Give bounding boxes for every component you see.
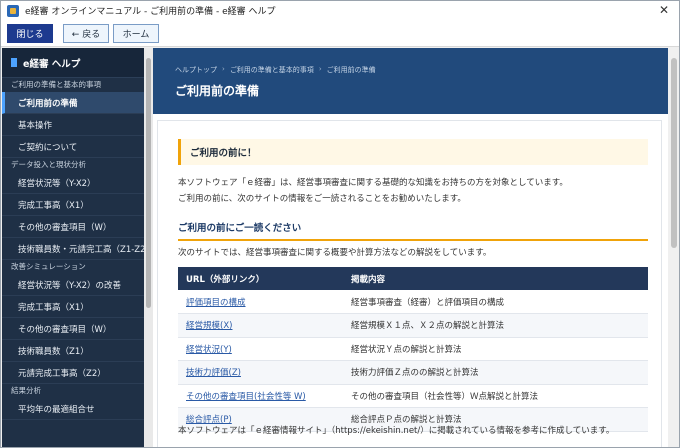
- breadcrumb-separator: ›: [318, 65, 322, 73]
- sidebar-header: e経審 ヘルプ: [2, 48, 144, 78]
- table-cell-description: その他の審査項目（社会性等）Ｗ点解説と計算法: [343, 384, 648, 408]
- sidebar-list: ご利用の準備と基本的事項ご利用前の準備 基本操作 ご契約についてデータ投入と現状分析…: [2, 78, 144, 420]
- sidebar-nav: e経審 ヘルプ ご利用の準備と基本的事項ご利用前の準備 基本操作 ご契約についてデー…: [2, 48, 144, 447]
- footer-text: 本ソフトウェアは「ｅ経審情報サイト」（https://ekeishin.net/…: [178, 426, 615, 436]
- table-link[interactable]: 経営規模(X): [178, 313, 343, 338]
- sidebar-section-label: データ投入と現状分析: [11, 160, 86, 169]
- main-content: ヘルプトップ › ご利用の準備と基本的事項 › ご利用前の準備 ご利用前の準備 …: [153, 48, 668, 447]
- sidebar-title: e経審 ヘルプ: [23, 58, 81, 70]
- content-scrollbar[interactable]: [668, 48, 679, 447]
- back-button[interactable]: ← 戻る: [63, 24, 109, 43]
- table-cell-description: 経営規模Ｘ１点、Ｘ２点の解説と計算法: [343, 313, 648, 338]
- content-card: ご利用の前に！ 本ソフトウェア「ｅ経審」は、経営事項審査に関する基礎的な知識をお…: [157, 120, 662, 447]
- table-link[interactable]: その他の審査項目(社会性等 W): [178, 384, 343, 408]
- column-header-url: URL（外部リンク）: [178, 267, 343, 290]
- table-header-row: URL（外部リンク） 掲載内容: [178, 267, 648, 290]
- table-cell-description: 経営事項審査（経審）と評価項目の構成: [343, 290, 648, 314]
- breadcrumb-separator: ›: [222, 65, 225, 73]
- intro-line-2: ご利用の前に、次のサイトの情報をご一読されることをお勧めいたします。: [178, 194, 466, 204]
- sidebar-item[interactable]: その他の審査項目（W）: [2, 318, 144, 340]
- sidebar-item[interactable]: 技術職員数（Z1）: [2, 340, 144, 362]
- sidebar-item[interactable]: 元請完成工事高（Z2）: [2, 362, 144, 384]
- table-body: 評価項目の構成 経営事項審査（経審）と評価項目の構成 経営規模(X) 経営規模Ｘ１点、…: [178, 290, 648, 432]
- sidebar-section-label: 改善シミュレーション: [11, 262, 86, 271]
- intro-line-1: 本ソフトウェア「ｅ経審」は、経営事項審査に関する基礎的な知識をお持ちの方を対象と…: [178, 178, 568, 188]
- section-heading: ご利用の前にご一読ください: [178, 220, 648, 241]
- table-row: 経営状況(Y) 経営状況Ｙ点の解説と計算法: [178, 337, 648, 361]
- sidebar-scrollbar[interactable]: [144, 48, 153, 447]
- links-table: URL（外部リンク） 掲載内容 評価項目の構成 経営事項審査（経審）と評価項目の構…: [178, 267, 648, 432]
- breadcrumb-item-section[interactable]: ご利用の準備と基本的事項: [230, 65, 314, 75]
- sidebar-item[interactable]: 完成工事高（X1）: [2, 194, 144, 216]
- breadcrumb-item-top[interactable]: ヘルプトップ: [175, 65, 217, 75]
- table-row: 評価項目の構成 経営事項審査（経審）と評価項目の構成: [178, 290, 648, 314]
- table-row: 技術力評価(Z) 技術力評価Ｚ点のの解説と計算法: [178, 360, 648, 385]
- table-row: その他の審査項目(社会性等 W) その他の審査項目（社会性等）Ｗ点解説と計算法: [178, 384, 648, 408]
- notice-box: ご利用の前に！: [178, 139, 648, 165]
- table-cell-description: 技術力評価Ｚ点のの解説と計算法: [343, 360, 648, 385]
- sidebar-section-label: ご利用の準備と基本的事項: [11, 80, 101, 89]
- sidebar-item[interactable]: その他の審査項目（W）: [2, 216, 144, 238]
- table-cell-description: 経営状況Ｙ点の解説と計算法: [343, 337, 648, 361]
- sidebar-item[interactable]: 技術職員数・元請完工高（Z1-Z2）: [2, 238, 144, 260]
- table-intro: 次のサイトでは、経営事項審査に関する概要や計算方法などの解説をしています。: [178, 248, 492, 258]
- sidebar-item[interactable]: ご契約について: [2, 136, 144, 158]
- sidebar-item[interactable]: ご利用前の準備: [2, 92, 144, 114]
- home-button[interactable]: ホーム: [113, 24, 159, 43]
- table-link[interactable]: 評価項目の構成: [178, 290, 343, 314]
- book-icon: [11, 58, 17, 67]
- content-scrollbar-thumb[interactable]: [671, 58, 677, 248]
- sidebar-scrollbar-thumb[interactable]: [146, 58, 151, 308]
- column-header-content: 掲載内容: [343, 267, 648, 290]
- page-title: ご利用前の準備: [175, 84, 260, 98]
- sidebar-item[interactable]: 経営状況等（Y-X2）の改善: [2, 274, 144, 296]
- table-link[interactable]: 技術力評価(Z): [178, 360, 343, 385]
- help-window: e経審 オンラインマニュアル - ご利用前の準備 - e経審 ヘルプ ✕ 閉じる…: [0, 0, 680, 448]
- title-bar: e経審 オンラインマニュアル - ご利用前の準備 - e経審 ヘルプ ✕: [1, 1, 679, 20]
- window-title: e経審 オンラインマニュアル - ご利用前の準備 - e経審 ヘルプ: [25, 7, 276, 17]
- sidebar-item[interactable]: 基本操作: [2, 114, 144, 136]
- sidebar-item[interactable]: 経営状況等（Y-X2）: [2, 172, 144, 194]
- close-button[interactable]: 閉じる: [7, 24, 53, 43]
- sidebar-section-label: 結果分析: [11, 386, 41, 395]
- table-link[interactable]: 経営状況(Y): [178, 337, 343, 361]
- app-icon: [7, 4, 19, 17]
- sidebar-item[interactable]: 完成工事高（X1）: [2, 296, 144, 318]
- breadcrumb-item-current: ご利用前の準備: [326, 66, 376, 74]
- window-close-icon[interactable]: ✕: [657, 3, 671, 17]
- page-header: ヘルプトップ › ご利用の準備と基本的事項 › ご利用前の準備 ご利用前の準備: [153, 48, 668, 114]
- table-row: 経営規模(X) 経営規模Ｘ１点、Ｘ２点の解説と計算法: [178, 313, 648, 338]
- toolbar: 閉じる ← 戻る ホーム: [1, 20, 679, 47]
- breadcrumb: ヘルプトップ › ご利用の準備と基本的事項 › ご利用前の準備: [175, 65, 376, 75]
- sidebar-item[interactable]: 平均年の最適組合せ: [2, 398, 144, 420]
